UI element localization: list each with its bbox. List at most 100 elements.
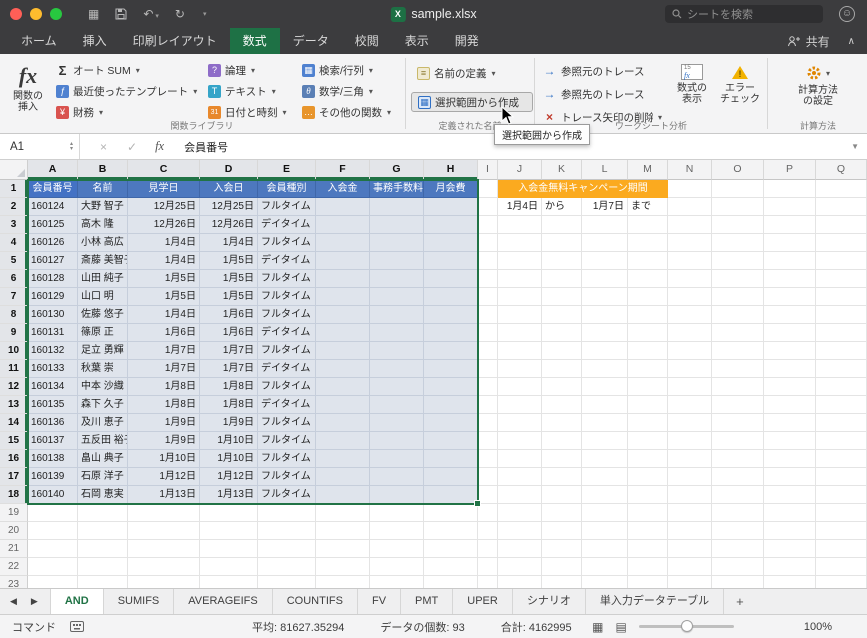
cell-f16[interactable] — [316, 450, 370, 468]
cell-n6[interactable] — [668, 270, 712, 288]
cell-c18[interactable]: 1月13日 — [128, 486, 200, 504]
logical-button[interactable]: ? 論理 ▾ — [204, 61, 298, 79]
cell-f9[interactable] — [316, 324, 370, 342]
cell-q6[interactable] — [816, 270, 867, 288]
cell-i6[interactable] — [478, 270, 498, 288]
cell-q22[interactable] — [816, 558, 867, 576]
show-formulas-button[interactable]: 15 fx 数式の 表示 — [668, 59, 716, 127]
cell-g5[interactable] — [370, 252, 424, 270]
cell-o8[interactable] — [712, 306, 764, 324]
cell-i18[interactable] — [478, 486, 498, 504]
cell-j2[interactable]: 1月4日 — [498, 198, 542, 216]
close-window-button[interactable] — [10, 8, 22, 20]
row-header-11[interactable]: 11 — [0, 360, 28, 378]
next-sheet-button[interactable]: ▶ — [31, 596, 38, 607]
undo-button[interactable]: ↶ ▾ — [143, 7, 159, 21]
cell-k15[interactable] — [542, 432, 582, 450]
cell-l2[interactable]: 1月7日 — [582, 198, 628, 216]
column-header-p[interactable]: P — [764, 160, 816, 180]
cell-p16[interactable] — [764, 450, 816, 468]
cell-l20[interactable] — [582, 522, 628, 540]
row-header-14[interactable]: 14 — [0, 414, 28, 432]
cell-k12[interactable] — [542, 378, 582, 396]
row-header-7[interactable]: 7 — [0, 288, 28, 306]
cell-m17[interactable] — [628, 468, 668, 486]
cell-l11[interactable] — [582, 360, 628, 378]
cell-o17[interactable] — [712, 468, 764, 486]
cell-p13[interactable] — [764, 396, 816, 414]
cell-l22[interactable] — [582, 558, 628, 576]
cell-m12[interactable] — [628, 378, 668, 396]
zoom-level[interactable]: 100% — [804, 621, 832, 633]
cell-i8[interactable] — [478, 306, 498, 324]
cell-q15[interactable] — [816, 432, 867, 450]
text-button[interactable]: T テキスト ▾ — [204, 82, 298, 100]
cell-e15[interactable]: フルタイム — [258, 432, 316, 450]
sheet-tab-9[interactable]: 単入力データテーブル — [586, 589, 725, 614]
cell-c12[interactable]: 1月8日 — [128, 378, 200, 396]
cell-q19[interactable] — [816, 504, 867, 522]
cell-a14[interactable]: 160136 — [28, 414, 78, 432]
column-header-a[interactable]: A — [28, 160, 78, 180]
sheet-tab-3[interactable]: AVERAGEIFS — [174, 589, 273, 614]
cell-e8[interactable]: フルタイム — [258, 306, 316, 324]
cell-b18[interactable]: 石岡 恵実 — [78, 486, 128, 504]
cell-f23[interactable] — [316, 576, 370, 588]
cell-h4[interactable] — [424, 234, 478, 252]
view-grid-icon[interactable]: ▦ — [88, 7, 99, 21]
cell-d1[interactable]: 入会日 — [200, 180, 258, 198]
cell-j5[interactable] — [498, 252, 542, 270]
create-from-selection-button[interactable]: ▦ 選択範囲から作成 — [411, 92, 533, 112]
cell-f6[interactable] — [316, 270, 370, 288]
cell-a8[interactable]: 160130 — [28, 306, 78, 324]
cell-k2[interactable]: から — [542, 198, 582, 216]
cell-g6[interactable] — [370, 270, 424, 288]
cell-e10[interactable]: フルタイム — [258, 342, 316, 360]
cell-o3[interactable] — [712, 216, 764, 234]
cell-b21[interactable] — [78, 540, 128, 558]
cell-n9[interactable] — [668, 324, 712, 342]
cell-p12[interactable] — [764, 378, 816, 396]
cell-k13[interactable] — [542, 396, 582, 414]
calculation-options-button[interactable]: ▾ 計算方法 の設定 — [778, 59, 858, 107]
cell-g8[interactable] — [370, 306, 424, 324]
sheet-tab-1[interactable]: AND — [50, 589, 104, 614]
cell-b19[interactable] — [78, 504, 128, 522]
share-button[interactable]: 共有 — [787, 33, 830, 50]
cell-o23[interactable] — [712, 576, 764, 588]
cell-q21[interactable] — [816, 540, 867, 558]
cancel-icon[interactable]: × — [100, 140, 107, 154]
cell-l5[interactable] — [582, 252, 628, 270]
cell-l3[interactable] — [582, 216, 628, 234]
row-header-23[interactable]: 23 — [0, 576, 28, 588]
cell-j23[interactable] — [498, 576, 542, 588]
cell-g20[interactable] — [370, 522, 424, 540]
insert-function-fx-icon[interactable]: fx — [155, 139, 164, 154]
column-header-n[interactable]: N — [668, 160, 712, 180]
row-header-15[interactable]: 15 — [0, 432, 28, 450]
cell-p10[interactable] — [764, 342, 816, 360]
cell-g4[interactable] — [370, 234, 424, 252]
cell-g7[interactable] — [370, 288, 424, 306]
cell-e22[interactable] — [258, 558, 316, 576]
cell-q1[interactable] — [816, 180, 867, 198]
cell-a11[interactable]: 160133 — [28, 360, 78, 378]
cell-e23[interactable] — [258, 576, 316, 588]
sheet-tab-6[interactable]: PMT — [401, 589, 454, 614]
cell-g15[interactable] — [370, 432, 424, 450]
cell-q18[interactable] — [816, 486, 867, 504]
cell-n3[interactable] — [668, 216, 712, 234]
cell-l16[interactable] — [582, 450, 628, 468]
cell-n16[interactable] — [668, 450, 712, 468]
cell-d21[interactable] — [200, 540, 258, 558]
cell-o22[interactable] — [712, 558, 764, 576]
cell-j15[interactable] — [498, 432, 542, 450]
cell-h12[interactable] — [424, 378, 478, 396]
column-header-g[interactable]: G — [370, 160, 424, 180]
cell-k14[interactable] — [542, 414, 582, 432]
prev-sheet-button[interactable]: ◀ — [10, 596, 17, 607]
cell-h15[interactable] — [424, 432, 478, 450]
cell-q17[interactable] — [816, 468, 867, 486]
cell-l19[interactable] — [582, 504, 628, 522]
cell-j7[interactable] — [498, 288, 542, 306]
